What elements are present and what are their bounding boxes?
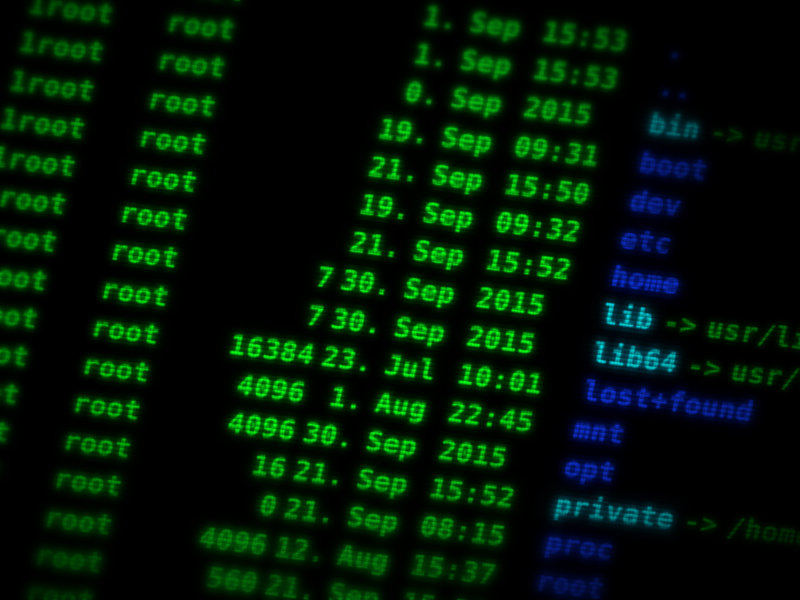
file-size [296,9,397,22]
entry-name-directory[interactable]: .. [642,66,697,110]
symlink-arrow-icon: -> [659,307,701,343]
terminal-photo: drwxr-xr-x1rootroot1.Sep15:53.drwxr-xr-x… [0,0,800,600]
terminal-screen[interactable]: drwxr-xr-x1rootroot1.Sep15:53.drwxr-xr-x… [0,0,800,600]
file-size [268,123,369,136]
file-size [258,161,359,174]
directory-listing: drwxr-xr-x1rootroot1.Sep15:53.drwxr-xr-x… [0,0,800,600]
symlink-arrow-icon: -> [683,349,726,385]
symlink-arrow-icon: -> [706,116,749,153]
file-size [286,47,387,60]
file-size [239,237,340,250]
file-size [277,85,378,98]
symlink-arrow-icon: -> [680,506,722,542]
file-size [249,199,350,212]
